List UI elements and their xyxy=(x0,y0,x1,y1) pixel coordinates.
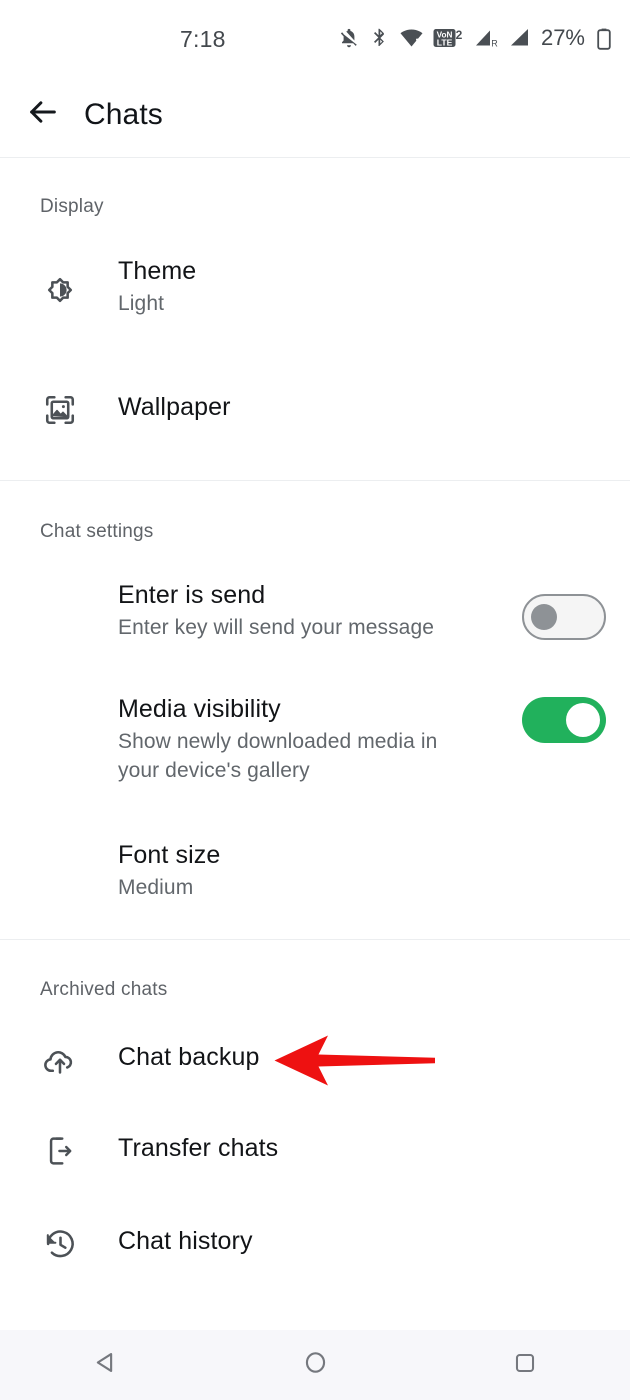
app-bar-divider xyxy=(0,157,630,158)
svg-text:R: R xyxy=(491,39,498,49)
toggle-track xyxy=(522,594,606,640)
row-theme[interactable]: Theme Light xyxy=(0,256,630,338)
nav-recents-button[interactable] xyxy=(490,1330,560,1400)
battery-icon xyxy=(596,26,612,51)
phone-transfer-icon xyxy=(38,1129,82,1173)
section-divider-1 xyxy=(0,480,630,481)
bluetooth-icon xyxy=(370,26,390,50)
row-subtitle-media-visibility: Show newly downloaded media in your devi… xyxy=(118,730,438,782)
row-title-theme: Theme xyxy=(118,257,197,285)
row-title-wallpaper: Wallpaper xyxy=(118,393,231,421)
home-circle-icon xyxy=(302,1349,329,1381)
row-chat-backup[interactable]: Chat backup xyxy=(0,1036,630,1092)
toggle-thumb xyxy=(531,604,557,630)
section-header-archived-chats: Archived chats xyxy=(40,979,168,1000)
status-bar-icons: VoN LTE 2 R 27% xyxy=(337,24,612,52)
history-icon xyxy=(38,1222,82,1266)
row-font-size[interactable]: Font size Medium xyxy=(0,840,630,926)
toggle-enter-is-send[interactable] xyxy=(522,594,606,640)
row-wallpaper[interactable]: Wallpaper xyxy=(0,386,630,442)
section-divider-2 xyxy=(0,939,630,940)
nav-back-button[interactable] xyxy=(70,1330,140,1400)
back-arrow-icon xyxy=(26,95,60,134)
status-bar-clock: 7:18 xyxy=(180,26,226,52)
signal-roaming-icon: R xyxy=(474,26,500,50)
recents-square-icon xyxy=(512,1350,538,1381)
brightness-medium-icon xyxy=(38,268,82,312)
row-title-enter-is-send: Enter is send xyxy=(118,581,266,609)
row-subtitle-enter-is-send: Enter key will send your message xyxy=(118,616,435,639)
row-title-transfer-chats: Transfer chats xyxy=(118,1134,279,1162)
volte-2-icon: VoN LTE 2 xyxy=(433,26,465,50)
toggle-track xyxy=(522,697,606,743)
wallpaper-icon xyxy=(38,388,82,432)
toggle-thumb xyxy=(566,703,600,737)
status-bar: 7:18 VoN LTE 2 R 27% xyxy=(0,0,630,72)
battery-percent-label: 27% xyxy=(540,25,585,50)
row-title-media-visibility: Media visibility xyxy=(118,695,281,723)
back-button[interactable] xyxy=(22,94,64,136)
row-media-visibility[interactable]: Media visibility Show newly downloaded m… xyxy=(0,694,630,814)
page-title: Chats xyxy=(84,97,163,131)
section-header-display: Display xyxy=(40,196,104,217)
row-title-chat-backup: Chat backup xyxy=(118,1043,260,1071)
section-header-chat-settings: Chat settings xyxy=(40,521,154,542)
row-subtitle-font-size: Medium xyxy=(118,876,194,899)
wifi-icon xyxy=(399,26,424,50)
svg-text:2: 2 xyxy=(456,28,463,42)
row-enter-is-send[interactable]: Enter is send Enter key will send your m… xyxy=(0,580,630,666)
toggle-media-visibility[interactable] xyxy=(522,697,606,743)
cloud-upload-icon xyxy=(38,1039,82,1083)
row-transfer-chats[interactable]: Transfer chats xyxy=(0,1127,630,1183)
row-chat-history[interactable]: Chat history xyxy=(0,1220,630,1276)
row-title-font-size: Font size xyxy=(118,841,221,869)
phone-screen: 7:18 VoN LTE 2 R 27% Chats Display Theme… xyxy=(0,0,630,1400)
row-subtitle-theme: Light xyxy=(118,292,165,315)
nav-home-button[interactable] xyxy=(280,1330,350,1400)
app-bar: Chats xyxy=(0,72,630,157)
signal-icon xyxy=(509,26,532,50)
back-triangle-icon xyxy=(92,1349,119,1381)
row-title-chat-history: Chat history xyxy=(118,1227,253,1255)
android-nav-bar xyxy=(0,1330,630,1400)
notifications-off-icon xyxy=(337,26,361,50)
svg-text:LTE: LTE xyxy=(437,37,453,47)
